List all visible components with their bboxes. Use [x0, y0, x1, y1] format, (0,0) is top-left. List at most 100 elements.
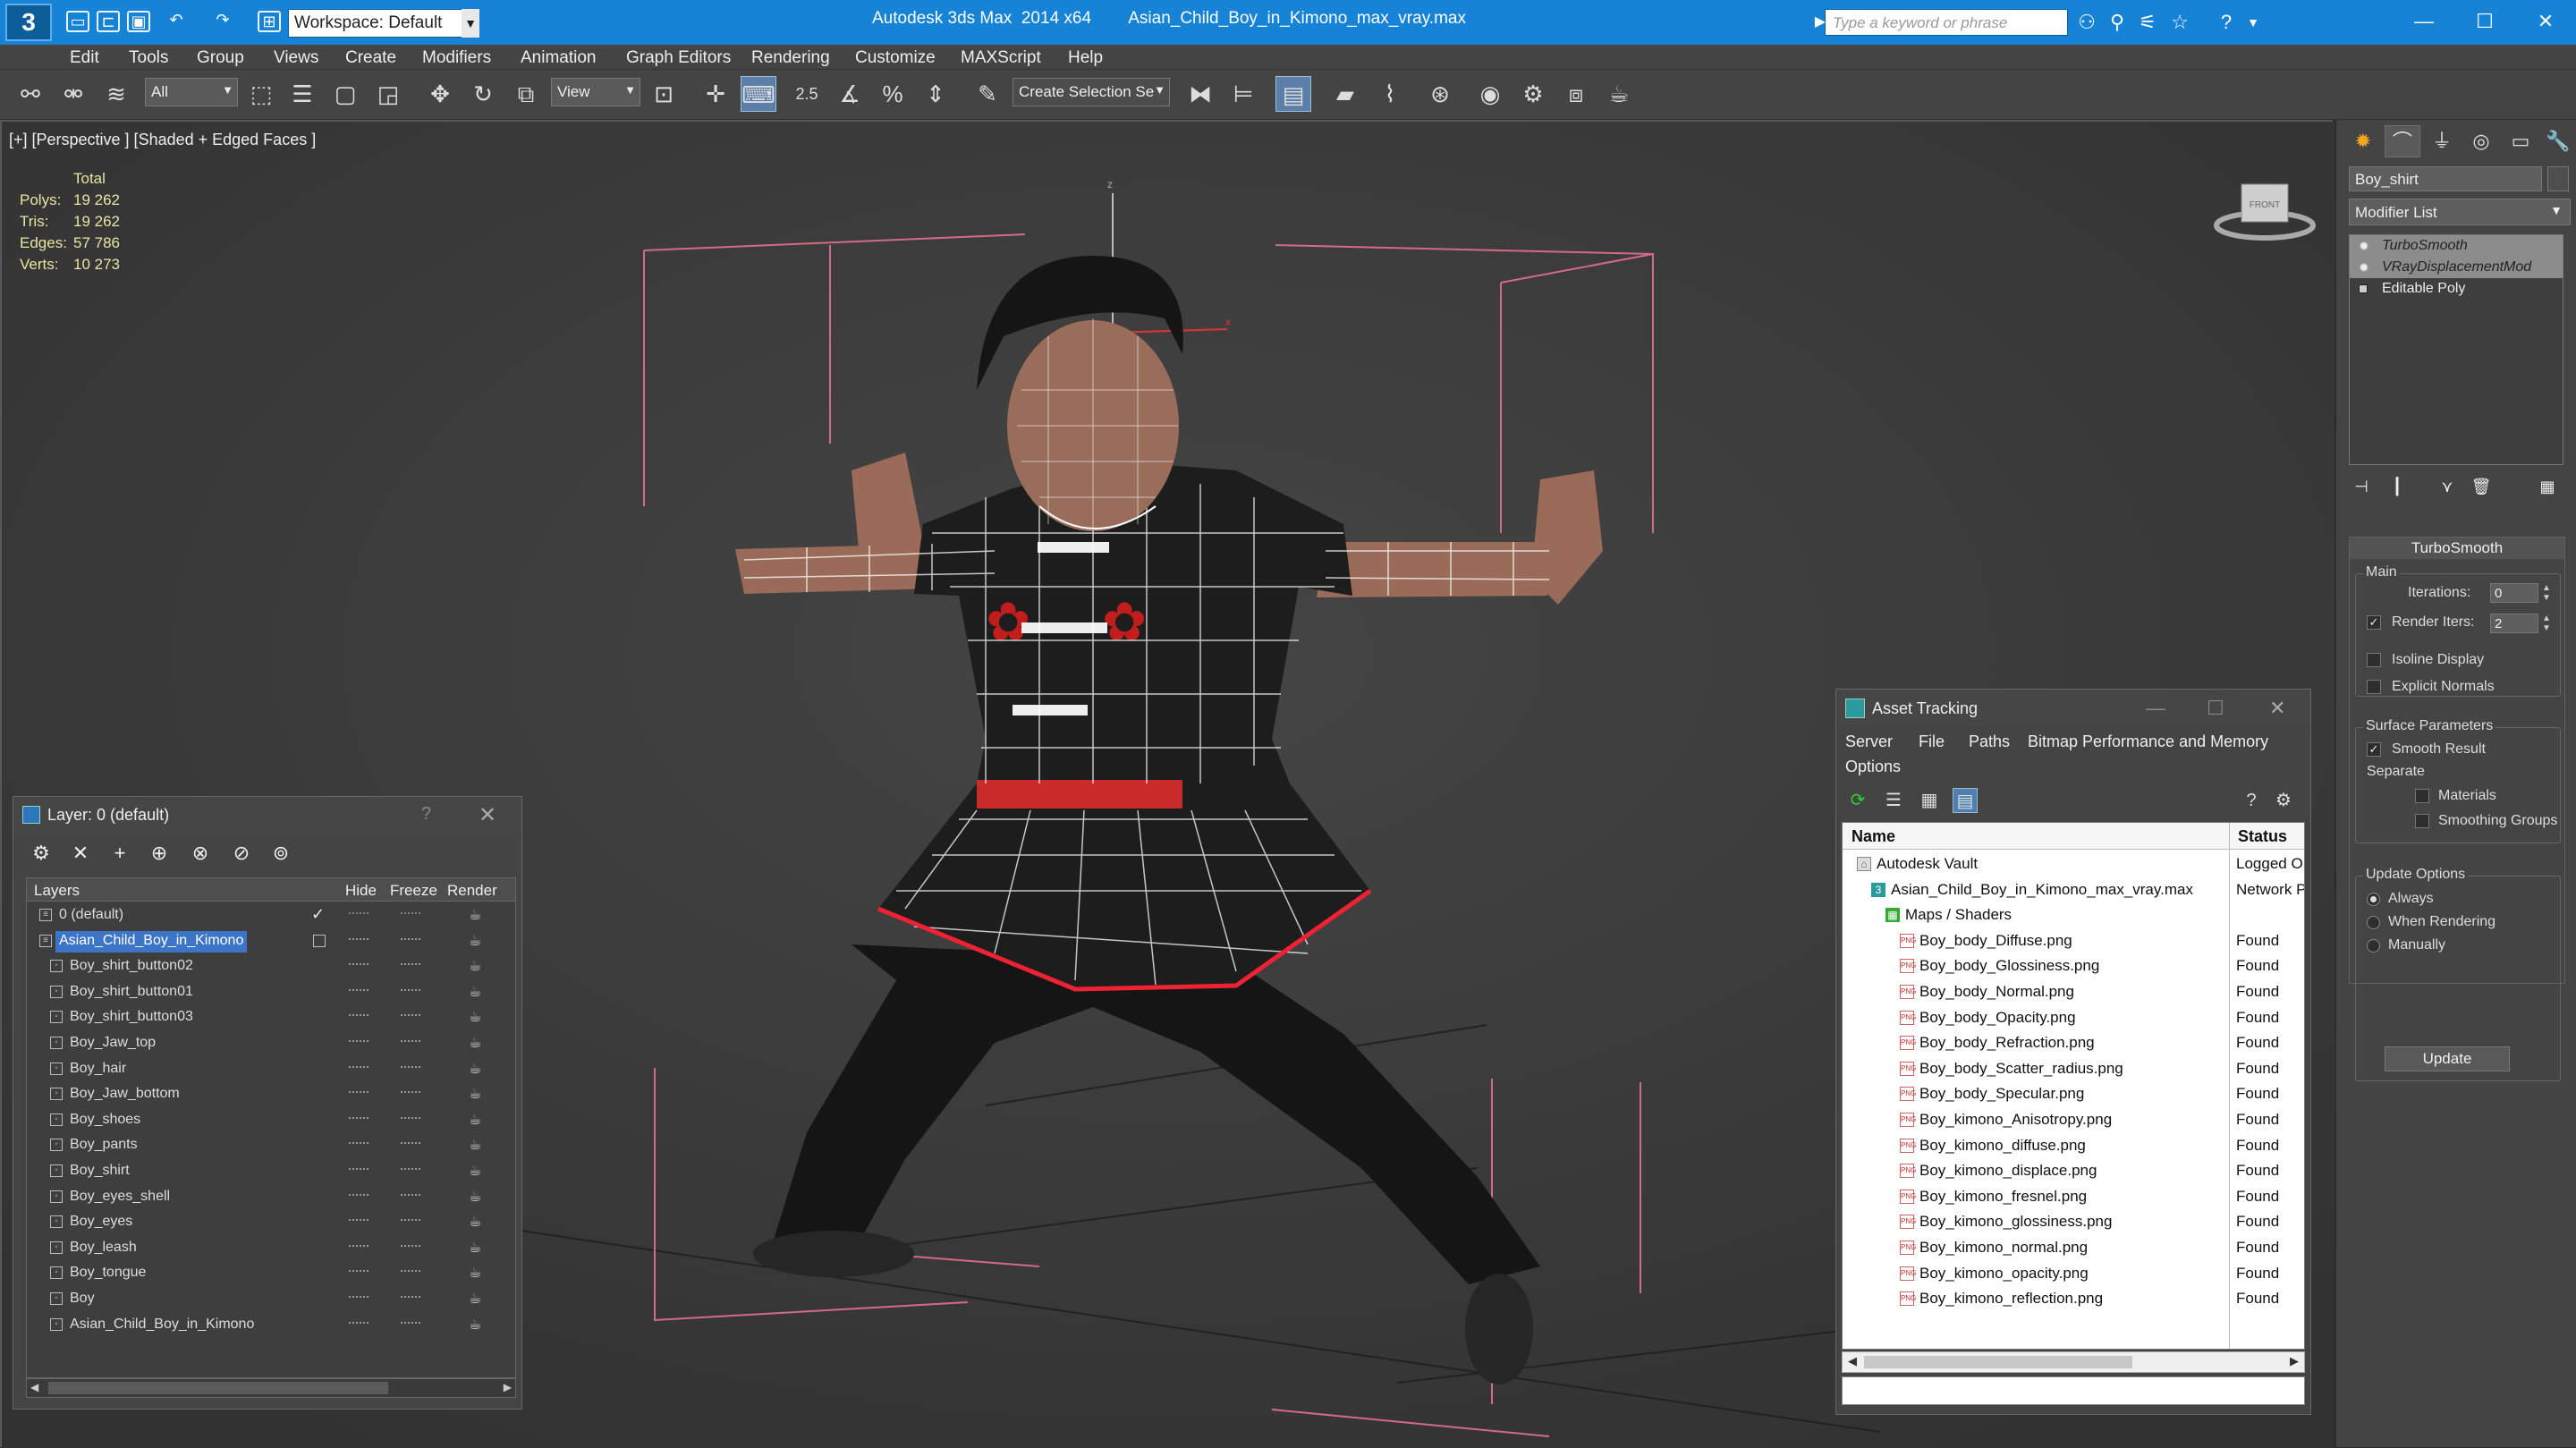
asset-row[interactable]: PNG Boy_kimono_Anisotropy.png Found [1843, 1107, 2304, 1132]
asset-row[interactable]: PNG Boy_body_Normal.png Found [1843, 979, 2304, 1004]
list-view-icon[interactable]: ☰ [1881, 788, 1906, 813]
asset-row[interactable]: PNG Boy_kimono_fresnel.png Found [1843, 1184, 2304, 1209]
freeze-toggle-icon[interactable] [401, 1142, 420, 1145]
render-toggle-icon[interactable]: ☕ [469, 957, 481, 975]
display-tab-icon[interactable]: ▭ [2503, 125, 2538, 157]
favorites-star-icon[interactable]: ☆ [2166, 9, 2193, 36]
workspace-expand-icon[interactable]: ▼ [462, 9, 479, 38]
column-hide[interactable]: Hide [345, 882, 377, 900]
scroll-right-icon[interactable]: ▶ [504, 1381, 512, 1393]
close-icon[interactable]: ✕ [2269, 697, 2285, 720]
hide-toggle-icon[interactable] [349, 1244, 369, 1248]
asset-row[interactable]: PNG Boy_body_Scatter_radius.png Found [1843, 1056, 2304, 1081]
freeze-toggle-icon[interactable] [401, 1116, 420, 1120]
menu-maxscript[interactable]: MAXScript [961, 48, 1041, 68]
layer-object-row[interactable]: ◦ Boy ☕ [27, 1287, 515, 1312]
menu-server[interactable]: Server [1845, 732, 1893, 751]
menu-edit[interactable]: Edit [70, 48, 99, 68]
reference-coordinate-dropdown[interactable]: View ▼ [551, 78, 640, 106]
save-file-icon[interactable]: ▣ [127, 11, 150, 32]
refresh-icon[interactable]: ⟳ [1845, 788, 1870, 813]
asset-row[interactable]: ⌂ Autodesk Vault Logged O [1843, 851, 2304, 876]
select-and-link-icon[interactable]: ⚯ [13, 76, 48, 112]
render-toggle-icon[interactable]: ☕ [469, 983, 481, 1001]
new-file-icon[interactable]: ▭ [66, 11, 89, 32]
viewport-label[interactable]: [+] [Perspective ] [Shaded + Edged Faces… [9, 131, 316, 149]
render-toggle-icon[interactable]: ☕ [469, 1085, 481, 1103]
layer-object-row[interactable]: ◦ Boy_tongue ☕ [27, 1261, 515, 1286]
render-toggle-icon[interactable]: ☕ [469, 1034, 481, 1052]
settings-icon[interactable]: ⚙ [2271, 788, 2296, 813]
render-toggle-icon[interactable]: ☕ [469, 1188, 481, 1206]
utilities-tab-icon[interactable]: 🔧 [2540, 125, 2576, 157]
hide-toggle-icon[interactable] [349, 1091, 369, 1094]
material-editor-icon[interactable]: ◉ [1472, 76, 1508, 112]
asset-path-field[interactable] [1842, 1376, 2305, 1405]
delete-layer-icon[interactable]: ✕ [67, 840, 94, 867]
freeze-toggle-icon[interactable] [401, 988, 420, 992]
render-toggle-icon[interactable]: ☕ [469, 1290, 481, 1308]
asset-row[interactable]: PNG Boy_body_Diffuse.png Found [1843, 928, 2304, 953]
render-iters-spinner[interactable]: 2 [2490, 614, 2538, 633]
help-dropdown-icon[interactable]: ▼ [2240, 9, 2267, 36]
asset-row[interactable]: PNG Boy_kimono_glossiness.png Found [1843, 1209, 2304, 1234]
render-toggle-icon[interactable]: ☕ [469, 1213, 481, 1231]
viewcube-icon[interactable]: FRONT [2211, 172, 2318, 243]
render-toggle-icon[interactable]: ☕ [469, 932, 481, 950]
close-icon[interactable]: ✕ [2519, 4, 2572, 39]
menu-group[interactable]: Group [197, 48, 244, 68]
hide-toggle-icon[interactable] [349, 1040, 369, 1043]
when-rendering-radio[interactable] [2367, 916, 2380, 929]
mirror-icon[interactable]: ⧓ [1182, 76, 1218, 112]
create-tab-icon[interactable]: ✹ [2345, 125, 2381, 157]
angle-snap-icon[interactable]: ∡ [832, 76, 868, 112]
render-setup-icon[interactable]: ⚙ [1515, 76, 1551, 112]
menu-modifiers[interactable]: Modifiers [422, 48, 491, 68]
remove-modifier-icon[interactable]: 🗑 [2469, 474, 2494, 499]
layer-object-row[interactable]: ◦ Boy_shirt_button03 ☕ [27, 1005, 515, 1030]
freeze-toggle-icon[interactable] [401, 1244, 420, 1248]
asset-row[interactable]: PNG Boy_body_Specular.png Found [1843, 1081, 2304, 1106]
bind-space-warp-icon[interactable]: ≋ [98, 76, 134, 112]
render-toggle-icon[interactable]: ☕ [469, 1316, 481, 1334]
thumbnail-view-icon[interactable]: ▦ [1917, 788, 1942, 813]
freeze-toggle-icon[interactable] [401, 1168, 420, 1171]
search-input[interactable]: Type a keyword or phrase [1825, 9, 2068, 36]
scroll-left-icon[interactable]: ◀ [30, 1381, 38, 1393]
modifier-list-dropdown[interactable]: Modifier List ▼ [2349, 199, 2571, 225]
layer-horizontal-scrollbar[interactable]: ◀ ▶ [26, 1378, 516, 1398]
percent-snap-icon[interactable]: % [875, 76, 911, 112]
close-icon[interactable]: ✕ [479, 802, 496, 828]
subscription-icon[interactable]: ⚲ [2104, 9, 2131, 36]
curve-editor-icon[interactable]: ⌇ [1372, 76, 1408, 112]
hide-toggle-icon[interactable] [349, 1168, 369, 1171]
asset-row[interactable]: PNG Boy_body_Opacity.png Found [1843, 1005, 2304, 1030]
layer-explorer-icon[interactable]: ▤ [1275, 76, 1311, 112]
layer-object-row[interactable]: ◦ Boy_pants ☕ [27, 1133, 515, 1158]
column-name[interactable]: Name [1852, 827, 1895, 846]
freeze-toggle-icon[interactable] [401, 1296, 420, 1299]
always-radio[interactable] [2367, 893, 2380, 906]
layer-settings-icon[interactable]: ⚙ [28, 840, 55, 867]
layer-object-row[interactable]: ◦ Boy_leash ☕ [27, 1236, 515, 1261]
menu-create[interactable]: Create [345, 48, 396, 68]
column-layers[interactable]: Layers [34, 882, 80, 900]
render-toggle-icon[interactable]: ☕ [469, 1264, 481, 1282]
hide-toggle-icon[interactable] [349, 1142, 369, 1145]
set-current-box-icon[interactable] [313, 934, 326, 947]
object-color-swatch[interactable] [2547, 166, 2569, 191]
layer-object-row[interactable]: ◦ Boy_shoes ☕ [27, 1108, 515, 1133]
stack-item-vraydisplacementmod[interactable]: ✹ VRayDisplacementMod [2350, 257, 2563, 278]
freeze-toggle-icon[interactable] [401, 1270, 420, 1273]
manually-radio[interactable] [2367, 939, 2380, 953]
spinner-arrows-icon[interactable]: ▲ ▼ [2540, 583, 2553, 603]
render-production-icon[interactable]: ☕ [1601, 76, 1637, 112]
freeze-toggle-icon[interactable] [401, 937, 420, 941]
hide-toggle-icon[interactable] [349, 937, 369, 941]
align-icon[interactable]: ⊨ [1225, 76, 1261, 112]
hide-toggle-icon[interactable] [349, 1321, 369, 1325]
asset-row[interactable]: PNG Boy_kimono_normal.png Found [1843, 1235, 2304, 1260]
column-status[interactable]: Status [2238, 827, 2287, 846]
scroll-left-icon[interactable]: ◀ [1848, 1354, 1857, 1368]
freeze-toggle-icon[interactable] [401, 1065, 420, 1069]
